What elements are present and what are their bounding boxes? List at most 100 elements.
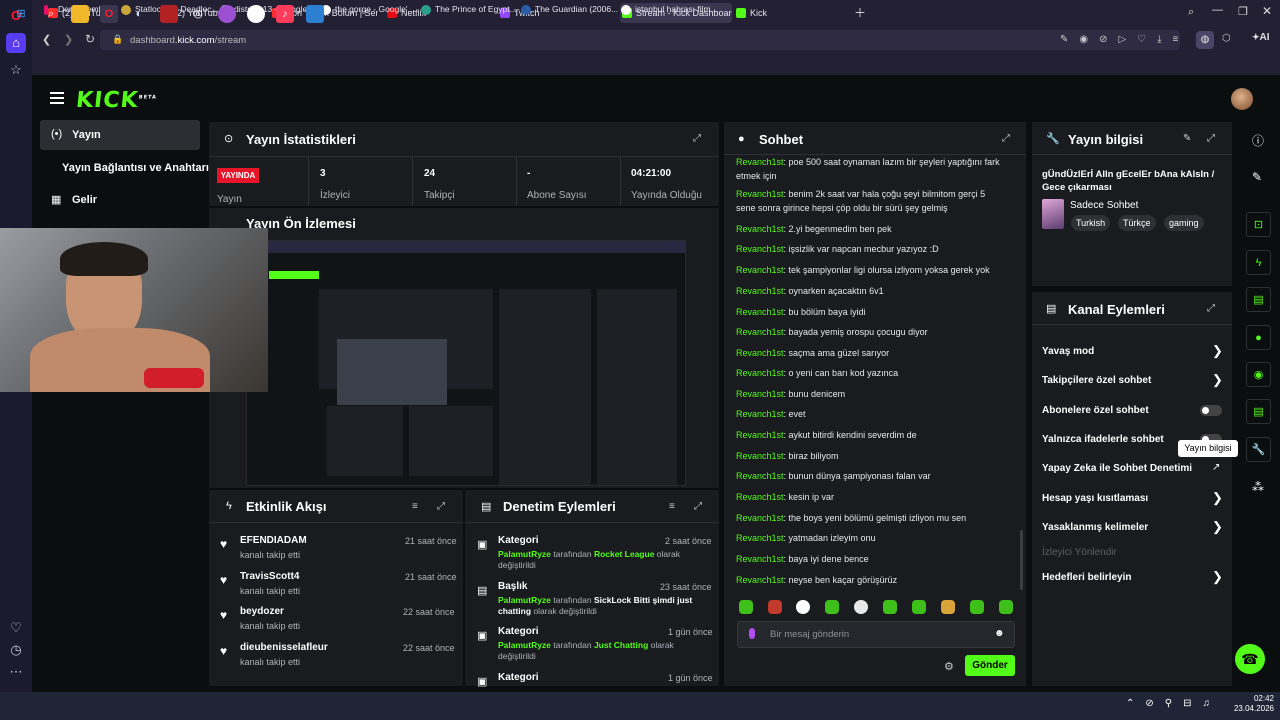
emote-icon[interactable] xyxy=(941,600,955,614)
chevron-right-icon[interactable]: ❯ xyxy=(1212,490,1223,506)
reload-icon[interactable]: ↻ xyxy=(85,32,95,46)
chat-username[interactable]: Revanch1st xyxy=(736,554,784,564)
chat-username[interactable]: Revanch1st xyxy=(736,307,784,317)
info-icon[interactable]: ⓘ xyxy=(1252,132,1264,149)
chat-username[interactable]: Revanch1st xyxy=(736,575,784,585)
broadcast-icon[interactable]: ◉ xyxy=(1246,362,1271,387)
forward-icon[interactable]: ❯ xyxy=(64,33,73,46)
app-icon[interactable] xyxy=(306,5,324,23)
followers-only-item[interactable]: Takipçilere özel sohbet xyxy=(1042,375,1151,386)
bookmark-item[interactable]: The Guardian (2006... xyxy=(521,4,618,15)
bookmark-item[interactable]: the gorge - Google'... xyxy=(321,4,415,15)
chat-username[interactable]: Revanch1st xyxy=(736,244,784,254)
ai-moderation-item[interactable]: Yapay Zeka ile Sohbet Denetimi xyxy=(1042,463,1192,474)
emote-icon[interactable] xyxy=(825,600,839,614)
search-icon[interactable]: ⌕ xyxy=(42,5,60,23)
minimize-icon[interactable]: — xyxy=(1212,4,1223,16)
microphone-icon[interactable] xyxy=(749,628,755,639)
chat-username[interactable]: Revanch1st xyxy=(736,348,784,358)
back-icon[interactable]: ❮ xyxy=(42,33,51,46)
kick-logo[interactable]: KICKBETA xyxy=(75,88,158,113)
activity-user[interactable]: EFENDIADAM xyxy=(240,535,307,546)
activity-user[interactable]: dieubenisselafleur xyxy=(240,642,328,653)
chat-username[interactable]: Revanch1st xyxy=(736,265,784,275)
app-icon[interactable] xyxy=(160,5,178,23)
banned-words-item[interactable]: Yasaklanmış kelimeler xyxy=(1042,522,1148,533)
chat-username[interactable]: Revanch1st xyxy=(736,533,784,543)
emote-icon[interactable] xyxy=(739,600,753,614)
chat-username[interactable]: Revanch1st xyxy=(736,513,784,523)
wrench-icon[interactable]: 🔧 xyxy=(1246,437,1271,462)
chevron-right-icon[interactable]: ❯ xyxy=(1212,343,1223,359)
more-icon[interactable]: ⋯ xyxy=(6,662,26,682)
chevron-right-icon[interactable]: ❯ xyxy=(1212,569,1223,585)
avatar[interactable] xyxy=(1231,88,1253,110)
emote-icon[interactable] xyxy=(912,600,926,614)
chat-icon[interactable]: ● xyxy=(1246,325,1271,350)
goals-item[interactable]: Hedefleri belirleyin xyxy=(1042,572,1131,583)
stream-preview-video[interactable] xyxy=(246,240,686,486)
emote-icon[interactable] xyxy=(999,600,1013,614)
chat-username[interactable]: Revanch1st xyxy=(736,189,784,199)
expand-icon[interactable]: ⤢ xyxy=(694,501,706,513)
address-actions[interactable]: ✎◉⊘▷♡⤓≡ xyxy=(1060,34,1189,45)
chevron-right-icon[interactable]: ❯ xyxy=(1212,372,1223,388)
chat-username[interactable]: Revanch1st xyxy=(736,451,784,461)
app-icon[interactable] xyxy=(247,5,265,23)
file-explorer-icon[interactable] xyxy=(71,5,89,23)
chat-username[interactable]: Revanch1st xyxy=(736,471,784,481)
settings-icon[interactable]: ⚙ xyxy=(944,660,954,673)
support-icon[interactable]: ☎ xyxy=(1235,644,1265,674)
subscribers-only-toggle[interactable] xyxy=(1200,405,1222,416)
history-icon[interactable]: ◷ xyxy=(6,640,26,660)
clock[interactable]: 02:42 23.04.2026 xyxy=(1220,694,1274,714)
nodes-icon[interactable]: ⁂ xyxy=(1252,480,1264,494)
bookmark-item[interactable]: istanbul habrası film... xyxy=(621,4,718,15)
send-button[interactable]: Gönder xyxy=(965,655,1015,676)
system-tray[interactable]: ⌃⊘⚲⊟♫ xyxy=(1126,698,1221,709)
maximize-icon[interactable]: ❐ xyxy=(1238,5,1248,18)
chat-username[interactable]: Revanch1st xyxy=(736,368,784,378)
chat-username[interactable]: Revanch1st xyxy=(736,286,784,296)
emote-icon[interactable] xyxy=(796,600,810,614)
bookmark-item[interactable]: The Prince of Egypt... xyxy=(421,4,517,15)
chat-username[interactable]: Revanch1st xyxy=(736,492,784,502)
extensions-icon[interactable]: ⬡ xyxy=(1222,33,1231,44)
channel-icon[interactable]: ▤ xyxy=(1246,399,1271,424)
home-icon[interactable]: ⌂ xyxy=(6,33,26,53)
account-age-item[interactable]: Hesap yaşı kısıtlaması xyxy=(1042,493,1148,504)
profile-button[interactable]: ◍ xyxy=(1196,31,1214,49)
music-icon[interactable]: ♪ xyxy=(276,5,294,23)
activity-user[interactable]: beydozer xyxy=(240,606,284,617)
expand-icon[interactable]: ⤢ xyxy=(1002,133,1014,145)
emote-icon[interactable] xyxy=(768,600,782,614)
edit-icon[interactable]: ✎ xyxy=(1183,133,1195,145)
menu-icon[interactable] xyxy=(50,92,64,104)
nav-item-stream[interactable] xyxy=(40,120,200,150)
expand-icon[interactable]: ⤢ xyxy=(1207,133,1219,145)
app-icon[interactable]: ◎ xyxy=(189,5,207,23)
nav-item-connection[interactable]: Yayın Bağlantısı ve Anahtarı xyxy=(62,162,209,174)
browser-tab[interactable]: Kick xyxy=(734,3,842,23)
nav-item-income[interactable]: Gelir xyxy=(72,194,97,206)
opera-icon[interactable]: O xyxy=(100,5,118,23)
new-tab-icon[interactable]: ＋ xyxy=(854,7,866,19)
external-link-icon[interactable]: ↗ xyxy=(1212,462,1220,473)
expand-icon[interactable]: ⤢ xyxy=(693,133,705,145)
emote-icon[interactable] xyxy=(854,600,868,614)
ai-button[interactable]: ✦AI xyxy=(1252,32,1270,43)
activity-user[interactable]: TravisScott4 xyxy=(240,571,299,582)
emote-icon[interactable] xyxy=(970,600,984,614)
slow-mode-item[interactable]: Yavaş mod xyxy=(1042,346,1094,357)
chat-username[interactable]: Revanch1st xyxy=(736,409,784,419)
chat-username[interactable]: Revanch1st xyxy=(736,327,784,337)
expand-icon[interactable]: ⤢ xyxy=(1207,303,1219,315)
steam-icon[interactable]: ◐ xyxy=(130,5,148,23)
windows-start-icon[interactable]: ⊞ xyxy=(12,5,30,23)
heart-icon[interactable]: ♡ xyxy=(6,618,26,638)
scan-icon[interactable]: ⊡ xyxy=(1246,212,1271,237)
chat-username[interactable]: Revanch1st xyxy=(736,224,784,234)
chat-username[interactable]: Revanch1st xyxy=(736,389,784,399)
expand-icon[interactable]: ⤢ xyxy=(437,501,449,513)
edit-icon[interactable]: ✎ xyxy=(1252,170,1262,184)
